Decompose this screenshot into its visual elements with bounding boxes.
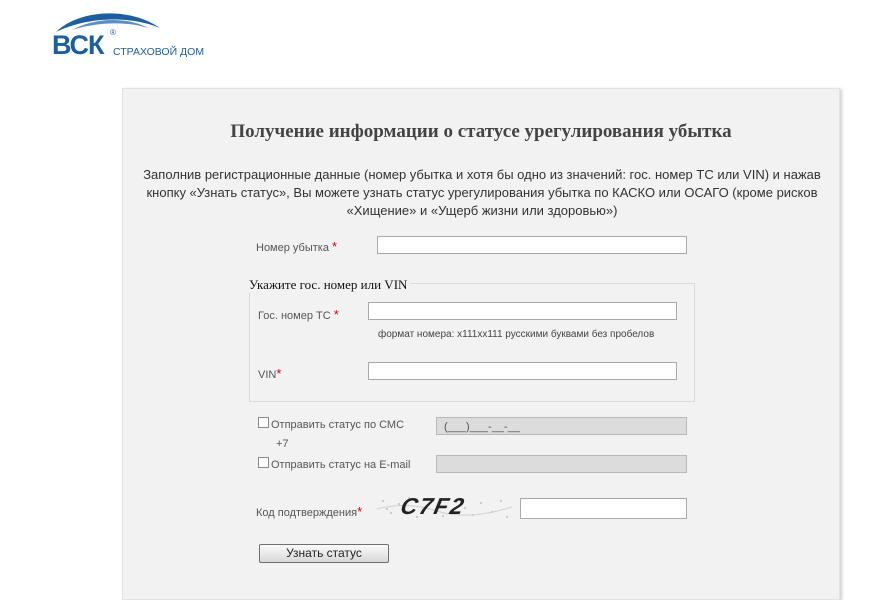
plate-format-hint: формат номера: х111хх111 русскими буквам… xyxy=(378,329,655,340)
required-mark: * xyxy=(357,504,363,519)
sms-label: Отправить статус по СМС xyxy=(271,419,405,431)
claim-number-input[interactable] xyxy=(377,236,687,254)
check-status-button[interactable]: Узнать статус xyxy=(259,544,389,563)
confirm-code-label: Код подтверждения* xyxy=(256,504,362,519)
vsk-logo[interactable]: ВСК ® СТРАХОВОЙ ДОМ xyxy=(48,8,218,60)
sms-phone-input[interactable]: (___)___-__-__ xyxy=(436,417,687,435)
plate-label-text: Гос. номер ТС xyxy=(258,310,331,322)
vin-label: VIN* xyxy=(258,366,281,381)
captcha-image: C7F2 xyxy=(377,495,512,521)
sms-checkbox[interactable] xyxy=(258,417,269,428)
claim-number-label: Номер убытка * xyxy=(256,239,337,254)
required-mark: * xyxy=(332,239,338,254)
claim-status-panel: Получение информации о статусе урегулиро… xyxy=(122,88,840,600)
required-mark: * xyxy=(333,307,339,322)
sms-phone-prefix: +7 xyxy=(276,438,289,450)
required-mark: * xyxy=(276,366,282,381)
email-checkbox[interactable] xyxy=(258,457,269,468)
plate-label: Гос. номер ТС * xyxy=(258,307,339,322)
intro-text: Заполнив регистрационные данные (номер у… xyxy=(143,167,821,218)
vin-input[interactable] xyxy=(368,362,677,380)
vehicle-group-legend: Укажите гос. номер или VIN xyxy=(249,277,411,293)
logo-registered-mark: ® xyxy=(110,28,116,37)
logo-brand: ВСК xyxy=(52,30,104,60)
email-label: Отправить статус на E-mail xyxy=(271,459,411,471)
captcha-code: C7F2 xyxy=(398,495,469,519)
email-input[interactable] xyxy=(436,455,687,473)
page-title: Получение информации о статусе урегулиро… xyxy=(230,121,732,142)
confirm-code-label-text: Код подтверждения xyxy=(256,507,358,519)
logo-subtitle: СТРАХОВОЙ ДОМ xyxy=(113,46,205,58)
plate-input[interactable] xyxy=(368,302,677,320)
claim-number-label-text: Номер убытка xyxy=(256,242,329,254)
vehicle-id-group xyxy=(249,283,695,402)
confirm-code-input[interactable] xyxy=(520,498,687,519)
vin-label-text: VIN xyxy=(258,369,277,381)
